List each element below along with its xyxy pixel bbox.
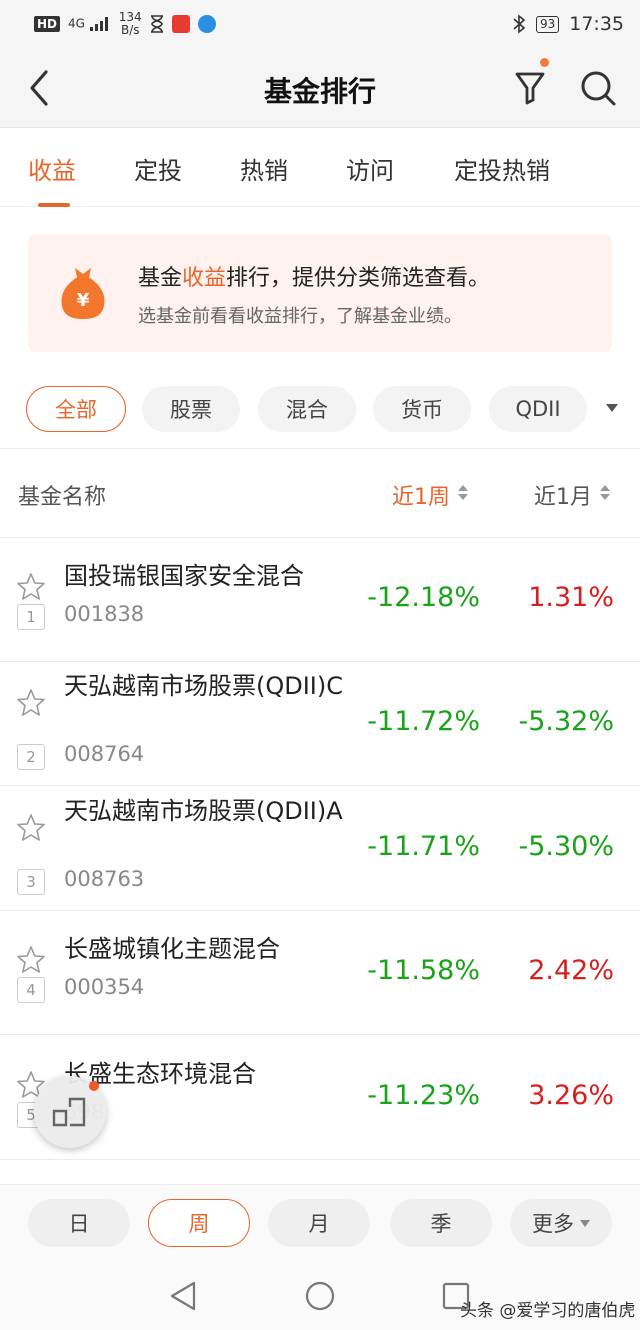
- network-speed: 134 B/s: [118, 10, 142, 37]
- month-return: -5.30%: [518, 831, 614, 862]
- filter-expand-icon[interactable]: [606, 404, 618, 412]
- system-nav-bar: 头条 @爱学习的唐伯虎: [0, 1260, 640, 1330]
- period-more[interactable]: 更多: [510, 1199, 612, 1247]
- table-row[interactable]: 1 国投瑞银国家安全混合 001838 -12.18% 1.31%: [0, 538, 640, 662]
- period-quarter[interactable]: 季: [390, 1199, 492, 1247]
- week-return: -11.71%: [367, 831, 480, 862]
- star-icon[interactable]: [16, 572, 46, 602]
- filter-chip-stock[interactable]: 股票: [142, 386, 240, 432]
- tab-visits[interactable]: 访问: [346, 151, 394, 186]
- month-return: -5.32%: [518, 706, 614, 737]
- tab-active-indicator: [38, 203, 70, 207]
- column-header-name: 基金名称: [18, 485, 107, 510]
- month-return: 2.42%: [528, 955, 614, 986]
- hourglass-icon: [150, 15, 163, 33]
- banner-headline: 基金收益排行，提供分类筛选查看。: [138, 266, 491, 291]
- table-header: 基金名称 近1周 近1月: [0, 448, 640, 538]
- month-return: 3.26%: [528, 1080, 614, 1111]
- chevron-down-icon: [580, 1219, 590, 1227]
- table-row[interactable]: 3 天弘越南市场股票(QDII)A 008763 -11.71% -5.30%: [0, 787, 640, 911]
- fund-code: 000354: [64, 975, 145, 999]
- period-week[interactable]: 周: [148, 1199, 250, 1247]
- table-row[interactable]: 4 长盛城镇化主题混合 000354 -11.58% 2.42%: [0, 911, 640, 1035]
- fund-name: 长盛生态环境混合: [64, 1060, 256, 1088]
- filter-chip-all[interactable]: 全部: [26, 386, 126, 432]
- info-banner: ¥ 基金收益排行，提供分类筛选查看。 选基金前看看收益排行，了解基金业绩。: [28, 234, 612, 352]
- fund-code: 001838: [64, 602, 145, 626]
- fund-code: 008764: [64, 742, 145, 766]
- rank-badge: 1: [17, 604, 45, 630]
- filter-chip-qdii[interactable]: QDII: [489, 386, 587, 432]
- week-return: -12.18%: [367, 582, 480, 613]
- fund-name: 天弘越南市场股票(QDII)A: [64, 797, 343, 825]
- filter-badge-dot: [540, 58, 549, 67]
- star-icon[interactable]: [16, 688, 46, 718]
- hd-indicator: HD: [34, 16, 61, 32]
- week-return: -11.58%: [367, 955, 480, 986]
- banner-subtitle: 选基金前看看收益排行，了解基金业绩。: [138, 306, 462, 327]
- sort-icon-week[interactable]: [458, 485, 468, 503]
- week-return: -11.23%: [367, 1080, 480, 1111]
- tab-hot-sales[interactable]: 热销: [240, 151, 288, 186]
- nav-back-icon[interactable]: [168, 1280, 198, 1312]
- nav-bar: 基金排行: [0, 48, 640, 128]
- filter-icon[interactable]: [508, 66, 552, 110]
- tab-bar: 收益 定投 热销 访问 定投热销: [0, 129, 640, 207]
- battery-indicator: 93: [535, 15, 560, 33]
- money-bag-icon: ¥: [61, 268, 105, 319]
- floating-window-icon: [52, 1097, 86, 1127]
- table-row[interactable]: 2 天弘越南市场股票(QDII)C 008764 -11.72% -5.32%: [0, 662, 640, 786]
- filter-chip-money[interactable]: 货币: [373, 386, 471, 432]
- bluetooth-icon: [513, 14, 526, 34]
- star-icon[interactable]: [16, 813, 46, 843]
- floating-badge-dot: [89, 1081, 99, 1091]
- app-notification-icon: [171, 15, 190, 33]
- filter-chip-mixed[interactable]: 混合: [258, 386, 356, 432]
- nav-home-icon[interactable]: [304, 1280, 336, 1312]
- tab-auto-invest-hot[interactable]: 定投热销: [454, 151, 550, 186]
- watermark-text: 头条 @爱学习的唐伯虎: [460, 1301, 636, 1321]
- rank-badge: 4: [17, 977, 45, 1003]
- week-return: -11.72%: [367, 706, 480, 737]
- network-indicator: 4G: [68, 16, 111, 32]
- search-icon[interactable]: [576, 66, 620, 110]
- rank-badge: 3: [17, 869, 45, 895]
- fund-code: 008763: [64, 867, 145, 891]
- period-selector: 日 周 月 季 更多: [0, 1184, 640, 1260]
- svg-text:¥: ¥: [77, 290, 90, 311]
- sort-icon-month[interactable]: [600, 485, 610, 503]
- star-icon[interactable]: [16, 945, 46, 975]
- tab-auto-invest[interactable]: 定投: [134, 151, 182, 186]
- month-return: 1.31%: [528, 582, 614, 613]
- period-month[interactable]: 月: [268, 1199, 370, 1247]
- signal-icon: [89, 17, 108, 31]
- fund-name: 国投瑞银国家安全混合: [64, 562, 304, 590]
- clock: 17:35: [569, 13, 624, 35]
- fund-name: 长盛城镇化主题混合: [64, 935, 280, 963]
- column-header-month[interactable]: 近1月: [534, 479, 592, 511]
- tab-returns[interactable]: 收益: [28, 151, 76, 186]
- fund-name: 天弘越南市场股票(QDII)C: [64, 672, 344, 700]
- status-bar: HD 4G 134 B/s 93 17:35: [0, 0, 640, 48]
- period-day[interactable]: 日: [28, 1199, 130, 1247]
- browser-notification-icon: [197, 15, 216, 33]
- column-header-week[interactable]: 近1周: [392, 479, 450, 511]
- rank-badge: 2: [17, 744, 45, 770]
